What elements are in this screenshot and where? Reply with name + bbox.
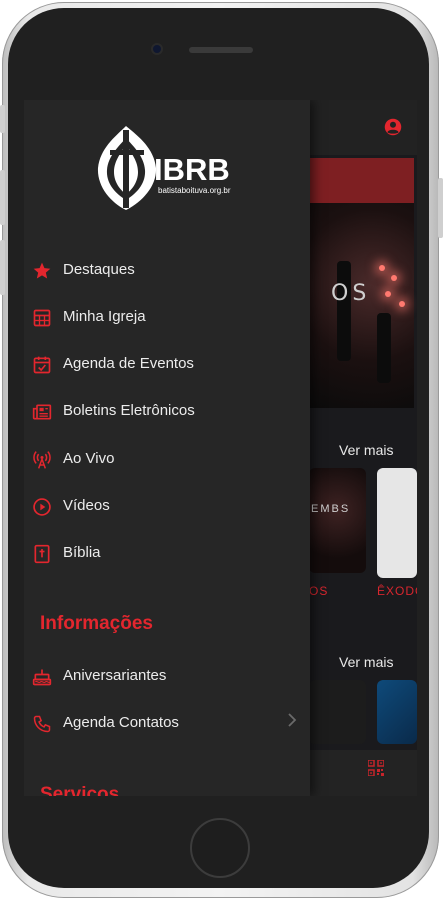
stage-light xyxy=(399,301,405,307)
thumbnail-overlay-text: EMBS xyxy=(311,503,351,515)
front-camera xyxy=(153,45,161,53)
app-bottom-bar xyxy=(309,750,417,796)
menu-item-destaques[interactable]: Destaques xyxy=(24,249,310,293)
power-button xyxy=(438,178,443,238)
flame-cross-icon xyxy=(97,126,157,210)
menu-item-videos[interactable]: Vídeos xyxy=(24,485,310,529)
stage-person xyxy=(337,261,351,361)
menu-item-label: Ao Vivo xyxy=(63,450,115,467)
menu-item-biblia[interactable]: Bíblia xyxy=(24,532,310,576)
bible-icon xyxy=(34,544,50,564)
section-title-servicos: Serviços xyxy=(40,784,120,796)
home-button[interactable] xyxy=(190,818,250,878)
menu-item-minha-igreja[interactable]: Minha Igreja xyxy=(24,296,310,340)
account-circle-icon[interactable] xyxy=(384,118,402,136)
thumbnail-label: OS xyxy=(309,584,329,598)
menu-item-boletins[interactable]: Boletins Eletrônicos xyxy=(24,390,310,434)
screen: OS Ver mais EMBS OS ÊXODO Ver mais xyxy=(24,100,417,796)
menu-item-label: Boletins Eletrônicos xyxy=(63,402,195,419)
stage-person xyxy=(377,313,391,383)
star-icon xyxy=(33,262,51,279)
menu-item-label: Minha Igreja xyxy=(63,308,146,325)
menu-item-aniversariantes[interactable]: Aniversariantes xyxy=(24,655,310,699)
menu-item-agenda-contatos[interactable]: Agenda Contatos xyxy=(24,702,310,746)
stage-light xyxy=(379,265,385,271)
church-logo: IBRB batistaboituva.org.br xyxy=(96,124,244,214)
earpiece-speaker xyxy=(189,47,253,53)
phone-icon xyxy=(33,715,51,733)
see-more-link[interactable]: Ver mais xyxy=(339,442,393,458)
qr-code-icon[interactable] xyxy=(368,760,384,776)
play-circle-icon xyxy=(33,498,51,516)
stage-light xyxy=(391,275,397,281)
navigation-drawer: IBRB batistaboituva.org.br Destaques Min… xyxy=(24,100,310,796)
featured-photo[interactable]: OS xyxy=(309,203,414,408)
thumbnail-label: ÊXODO xyxy=(377,584,417,598)
hero-text: OS xyxy=(331,281,371,306)
volume-down-button xyxy=(0,240,5,295)
menu-item-ao-vivo[interactable]: Ao Vivo xyxy=(24,438,310,482)
featured-banner[interactable] xyxy=(309,158,414,203)
stage-light xyxy=(385,291,391,297)
silent-switch xyxy=(0,105,5,133)
menu-item-label: Vídeos xyxy=(63,497,110,514)
menu-item-label: Destaques xyxy=(63,261,135,278)
birthday-cake-icon xyxy=(32,669,52,686)
broadcast-antenna-icon xyxy=(33,451,51,469)
menu-item-label: Agenda Contatos xyxy=(63,714,179,731)
video-thumbnail[interactable] xyxy=(377,680,417,744)
services-section-clip: Serviços xyxy=(24,774,310,796)
menu-item-label: Aniversariantes xyxy=(63,667,167,684)
chevron-right-icon xyxy=(288,713,297,727)
see-more-link[interactable]: Ver mais xyxy=(339,654,393,670)
logo-subtext: batistaboituva.org.br xyxy=(158,186,231,195)
section-title-informacoes: Informações xyxy=(40,613,153,634)
video-thumbnail[interactable]: EMBS xyxy=(309,468,366,573)
logo-text: IBRB xyxy=(154,152,230,187)
menu-item-agenda-eventos[interactable]: Agenda de Eventos xyxy=(24,343,310,387)
menu-item-label: Agenda de Eventos xyxy=(63,355,194,372)
menu-item-label: Bíblia xyxy=(63,544,101,561)
calendar-grid-icon xyxy=(33,309,51,327)
newspaper-icon xyxy=(32,404,52,420)
volume-up-button xyxy=(0,170,5,225)
calendar-check-icon xyxy=(33,356,51,374)
video-thumbnail[interactable] xyxy=(309,680,366,744)
video-thumbnail[interactable] xyxy=(377,468,417,578)
